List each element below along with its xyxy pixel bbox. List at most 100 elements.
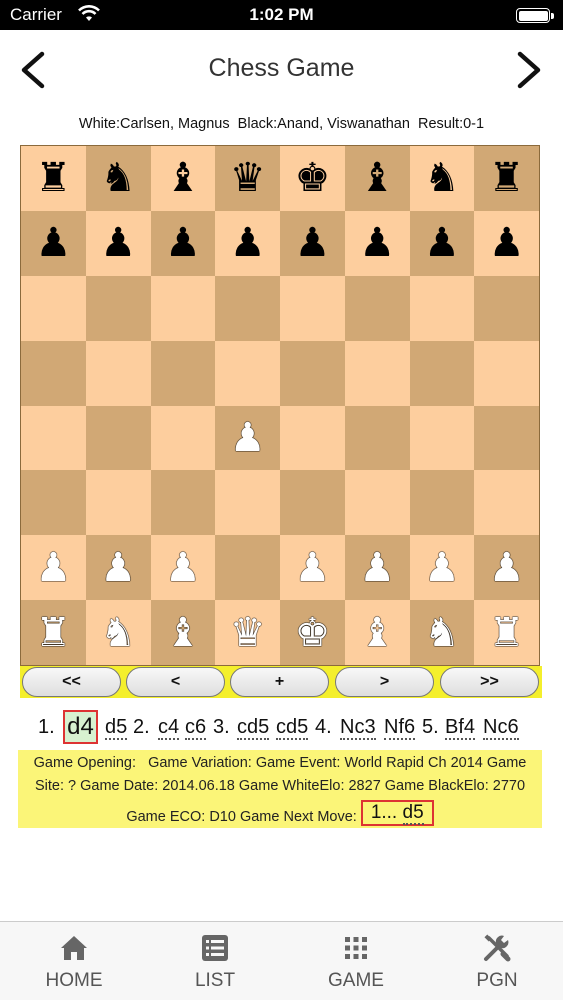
black-rook-icon[interactable]: ♜ [35, 158, 71, 198]
white-king-icon[interactable]: ♚ [294, 613, 330, 653]
move-link[interactable]: c6 [185, 716, 207, 740]
black-pawn-icon[interactable]: ♟ [359, 223, 395, 263]
white-pawn-icon[interactable]: ♟ [294, 548, 330, 588]
white-knight-icon[interactable]: ♞ [424, 613, 460, 653]
white-pawn-icon[interactable]: ♟ [35, 548, 71, 588]
first-move-button[interactable]: << [22, 667, 121, 697]
square-h3[interactable] [474, 470, 539, 536]
square-c7[interactable]: ♟ [150, 210, 216, 276]
tab-home[interactable]: HOME [4, 922, 144, 1000]
square-b4[interactable] [85, 405, 151, 471]
square-e1[interactable]: ♚ [280, 600, 345, 665]
square-h1[interactable]: ♜ [474, 600, 539, 665]
square-a8[interactable]: ♜ [21, 146, 86, 211]
black-bishop-icon[interactable]: ♝ [359, 158, 395, 198]
square-e2[interactable]: ♟ [280, 535, 345, 601]
square-b3[interactable] [85, 470, 151, 536]
square-g6[interactable] [409, 275, 475, 341]
square-b7[interactable]: ♟ [85, 210, 151, 276]
move-link[interactable]: d5 [105, 716, 128, 740]
square-g5[interactable] [409, 340, 475, 406]
square-c2[interactable]: ♟ [150, 535, 216, 601]
white-knight-icon[interactable]: ♞ [100, 613, 136, 653]
add-button[interactable]: + [230, 667, 329, 697]
square-e6[interactable] [280, 275, 345, 341]
white-pawn-icon[interactable]: ♟ [424, 548, 460, 588]
next-move-button[interactable]: > [335, 667, 434, 697]
last-move-button[interactable]: >> [440, 667, 539, 697]
square-f4[interactable] [344, 405, 410, 471]
square-c8[interactable]: ♝ [150, 146, 216, 211]
black-pawn-icon[interactable]: ♟ [165, 223, 201, 263]
move-link[interactable]: cd5 [237, 716, 270, 740]
square-f6[interactable] [344, 275, 410, 341]
square-c3[interactable] [150, 470, 216, 536]
square-b1[interactable]: ♞ [85, 600, 151, 665]
black-pawn-icon[interactable]: ♟ [100, 223, 136, 263]
square-e4[interactable] [280, 405, 345, 471]
square-h5[interactable] [474, 340, 539, 406]
square-h2[interactable]: ♟ [474, 535, 539, 601]
white-rook-icon[interactable]: ♜ [35, 613, 71, 653]
square-f5[interactable] [344, 340, 410, 406]
square-g1[interactable]: ♞ [409, 600, 475, 665]
tab-list[interactable]: LIST [145, 922, 285, 1000]
square-d6[interactable] [215, 275, 280, 341]
square-d4[interactable]: ♟ [215, 405, 280, 471]
square-a6[interactable] [21, 275, 86, 341]
square-h8[interactable]: ♜ [474, 146, 539, 211]
previous-move-button[interactable]: < [126, 667, 225, 697]
square-f8[interactable]: ♝ [344, 146, 410, 211]
move-link[interactable]: Nc6 [483, 716, 519, 740]
next-move-box[interactable]: 1... d5 [360, 800, 434, 826]
white-pawn-icon[interactable]: ♟ [100, 548, 136, 588]
square-b6[interactable] [85, 275, 151, 341]
square-c1[interactable]: ♝ [150, 600, 216, 665]
square-g4[interactable] [409, 405, 475, 471]
square-b5[interactable] [85, 340, 151, 406]
black-pawn-icon[interactable]: ♟ [489, 223, 525, 263]
move-link[interactable]: Nf6 [384, 716, 416, 740]
black-pawn-icon[interactable]: ♟ [294, 223, 330, 263]
square-h7[interactable]: ♟ [474, 210, 539, 276]
square-f2[interactable]: ♟ [344, 535, 410, 601]
black-pawn-icon[interactable]: ♟ [424, 223, 460, 263]
black-bishop-icon[interactable]: ♝ [165, 158, 201, 198]
move-link[interactable]: cd5 [276, 716, 309, 740]
square-a3[interactable] [21, 470, 86, 536]
square-a7[interactable]: ♟ [21, 210, 86, 276]
square-e7[interactable]: ♟ [280, 210, 345, 276]
white-pawn-icon[interactable]: ♟ [489, 548, 525, 588]
black-knight-icon[interactable]: ♞ [100, 158, 136, 198]
white-pawn-icon[interactable]: ♟ [165, 548, 201, 588]
square-d8[interactable]: ♛ [215, 146, 280, 211]
move-link[interactable]: c4 [158, 716, 180, 740]
square-d3[interactable] [215, 470, 280, 536]
square-c6[interactable] [150, 275, 216, 341]
square-g8[interactable]: ♞ [409, 146, 475, 211]
square-b2[interactable]: ♟ [85, 535, 151, 601]
square-a1[interactable]: ♜ [21, 600, 86, 665]
black-knight-icon[interactable]: ♞ [424, 158, 460, 198]
move-link[interactable]: Nc3 [340, 716, 376, 740]
square-g3[interactable] [409, 470, 475, 536]
square-d1[interactable]: ♛ [215, 600, 280, 665]
square-e8[interactable]: ♚ [280, 146, 345, 211]
white-bishop-icon[interactable]: ♝ [165, 613, 201, 653]
white-pawn-icon[interactable]: ♟ [359, 548, 395, 588]
chevron-right-icon[interactable] [512, 50, 546, 90]
square-d7[interactable]: ♟ [215, 210, 280, 276]
tab-pgn[interactable]: PGN [427, 922, 563, 1000]
tab-game[interactable]: GAME [286, 922, 426, 1000]
white-bishop-icon[interactable]: ♝ [359, 613, 395, 653]
square-a4[interactable] [21, 405, 86, 471]
square-c5[interactable] [150, 340, 216, 406]
square-a5[interactable] [21, 340, 86, 406]
square-f7[interactable]: ♟ [344, 210, 410, 276]
square-h4[interactable] [474, 405, 539, 471]
white-rook-icon[interactable]: ♜ [489, 613, 525, 653]
white-queen-icon[interactable]: ♛ [230, 613, 266, 653]
current-move[interactable]: d4 [63, 710, 98, 744]
square-g2[interactable]: ♟ [409, 535, 475, 601]
square-d5[interactable] [215, 340, 280, 406]
